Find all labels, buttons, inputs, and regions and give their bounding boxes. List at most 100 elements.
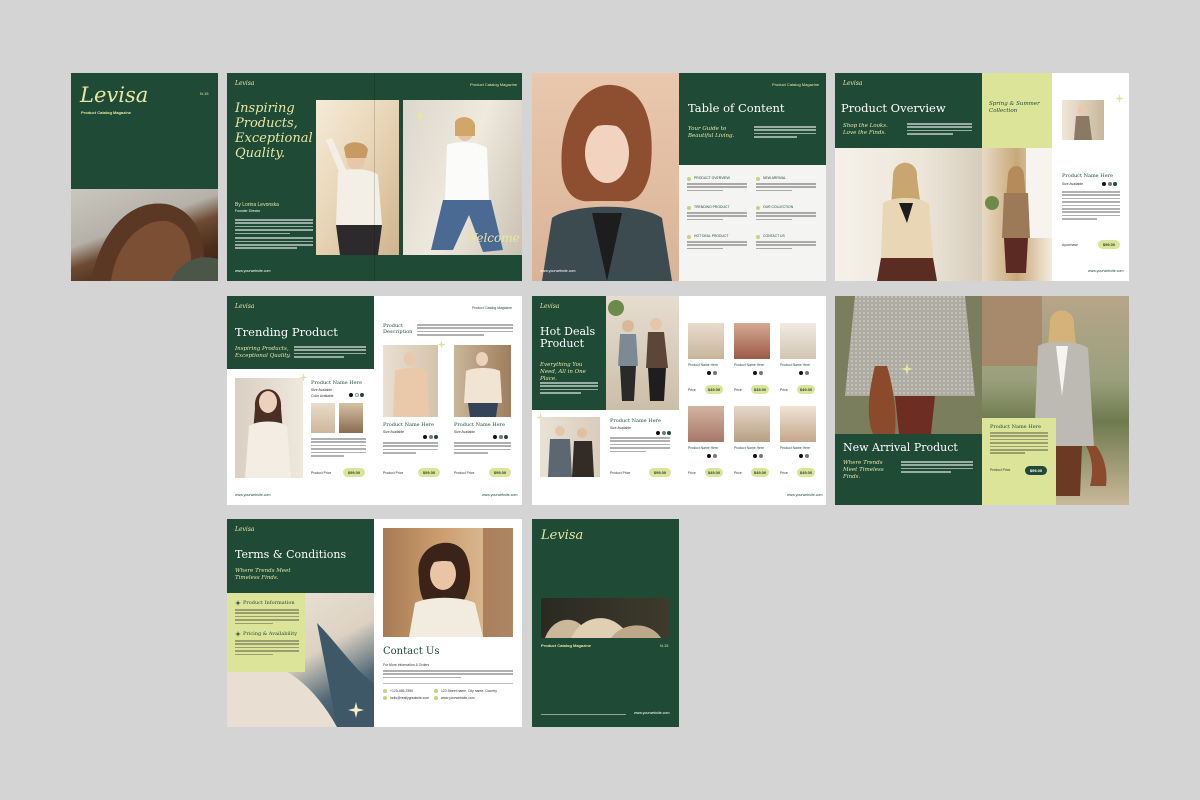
trending-product-3-swatches[interactable]: [493, 435, 508, 439]
overview-header-brand: Levisa: [843, 80, 863, 87]
backcover-divider: [541, 714, 626, 715]
grid-item-2-photo[interactable]: [734, 323, 770, 359]
toc-item-4[interactable]: OUR COLLECTION: [763, 205, 793, 209]
toc-item-5[interactable]: HOT DEAL PRODUCT: [694, 234, 728, 238]
grid-item-2-swatches[interactable]: [753, 371, 763, 375]
overview-photo-middle: [982, 148, 1052, 281]
grid-item-5-photo[interactable]: [734, 406, 770, 442]
overview-intro-text: [907, 123, 972, 137]
trending-photo-2: [383, 345, 438, 417]
overview-product-name: Product Name Here: [1062, 173, 1113, 179]
grid-item-1-swatches[interactable]: [707, 371, 717, 375]
trending-intro-text: [294, 346, 366, 360]
newarrival-tagline: Where Trends Meet Timeless Finds.: [843, 460, 884, 480]
cover-edition: N.15: [200, 91, 209, 96]
overview-price-label: Ayurchase: [1062, 243, 1078, 247]
hotdeals-feature-size: Size Available: [610, 426, 632, 430]
hotdeals-feature-price-label: Product Price: [610, 471, 631, 475]
grid-item-6-price-label: Price: [780, 471, 788, 475]
terms-section-2-text: [235, 640, 299, 657]
grid-item-1-price-label: Price: [688, 388, 696, 392]
trending-product-2-name: Product Name Here: [383, 422, 434, 428]
grid-item-3-swatches[interactable]: [799, 371, 809, 375]
trending-product-3-size: Size Available: [454, 430, 476, 434]
toc-item-3[interactable]: TRENDING PRODUCT: [694, 205, 729, 209]
trending-spread[interactable]: Levisa Trending Product Inspiring Produc…: [227, 296, 522, 505]
trending-main-desc: [311, 438, 366, 458]
overview-spread[interactable]: Levisa Product Overview Shop the Looks. …: [835, 73, 1129, 281]
grid-item-6-swatches[interactable]: [799, 454, 809, 458]
grid-item-4-swatches[interactable]: [707, 454, 717, 458]
spread-fold: [374, 73, 375, 281]
toc-spread[interactable]: Product Catalog Magazine Table of Conten…: [532, 73, 826, 281]
contact-title: Contact Us: [383, 646, 440, 657]
contact-phone[interactable]: +123-456-7890: [390, 689, 413, 693]
welcome-byline: By Lorina Levonska: [235, 202, 279, 208]
welcome-byline-role: Founder Director: [235, 209, 261, 213]
overview-collection-block: Spring & Summer Collection: [982, 73, 1052, 148]
grid-item-6-price[interactable]: $49.00: [797, 468, 815, 477]
trending-main-swatches[interactable]: [349, 393, 364, 397]
toc-header-label: Product Catalog Magazine: [772, 82, 820, 87]
contact-email[interactable]: hello@reallygreatsite.com: [390, 696, 429, 700]
grid-item-3-price-label: Price: [780, 388, 788, 392]
grid-item-3-photo[interactable]: [780, 323, 816, 359]
grid-item-6-photo[interactable]: [780, 406, 816, 442]
hotdeals-spread[interactable]: Levisa Hot Deals Product Everything You …: [532, 296, 826, 505]
trending-product-3-price-label: Product Price: [454, 471, 475, 475]
hotdeals-tagline: Everything You Need, All in One Place.: [540, 362, 586, 382]
sparkle-icon: [414, 110, 426, 122]
trending-product-2-price-label: Product Price: [383, 471, 404, 475]
contact-divider: [383, 683, 513, 684]
welcome-spread[interactable]: Levisa Product Catalog Magazine Inspirin…: [227, 73, 522, 281]
trending-main-price-button[interactable]: $99.00: [343, 468, 365, 477]
cover-hair-photo: [71, 189, 218, 281]
toc-item-6[interactable]: CONTACT US: [763, 234, 785, 238]
grid-item-5-price-label: Price: [734, 471, 742, 475]
overview-color-swatches[interactable]: [1102, 182, 1117, 186]
cover-title: Levisa: [80, 83, 149, 107]
backcover-edition: N.15: [660, 643, 669, 648]
newarrival-price-button[interactable]: $99.00: [1025, 466, 1047, 475]
grid-item-4-photo[interactable]: [688, 406, 724, 442]
contact-intro-text: [383, 670, 513, 680]
toc-item-1[interactable]: PRODUCT OVERVIEW: [694, 176, 730, 180]
overview-price-button[interactable]: $99.00: [1098, 240, 1120, 249]
contact-site[interactable]: www.yourwebsite.com: [441, 696, 475, 700]
back-cover-page[interactable]: Levisa Product Catalog Magazine N.15 www…: [532, 519, 679, 727]
welcome-header-brand: Levisa: [235, 80, 255, 87]
toc-item-2[interactable]: NEW ARRIVAL: [763, 176, 786, 180]
trending-tagline: Inspiring Products, Exceptional Quality.: [235, 346, 291, 359]
grid-item-5-name: Product Name Here: [734, 446, 764, 450]
hotdeals-feature-swatches[interactable]: [656, 431, 671, 435]
trending-main-colors: Color Available: [311, 394, 334, 398]
grid-item-5-price[interactable]: $49.00: [751, 468, 769, 477]
grid-item-2-price-label: Price: [734, 388, 742, 392]
grid-item-2-price[interactable]: $49.00: [751, 385, 769, 394]
grid-item-4-price[interactable]: $49.00: [705, 468, 723, 477]
overview-product-desc: [1062, 191, 1120, 222]
toc-header-block: Product Catalog Magazine Table of Conten…: [679, 73, 826, 165]
grid-item-1-price[interactable]: $49.00: [705, 385, 723, 394]
grid-item-5-swatches[interactable]: [753, 454, 763, 458]
trending-product-3-price-button[interactable]: $99.00: [489, 468, 511, 477]
overview-header-block: Levisa Product Overview Shop the Looks. …: [835, 73, 982, 148]
hotdeals-feature-name: Product Name Here: [610, 418, 661, 424]
grid-item-3-name: Product Name Here: [780, 363, 810, 367]
grid-item-3-price[interactable]: $49.00: [797, 385, 815, 394]
toc-title: Table of Content: [688, 101, 785, 115]
grid-item-4-name: Product Name Here: [688, 446, 718, 450]
hotdeals-feature-price-button[interactable]: $99.00: [649, 468, 671, 477]
welcome-word: Welcome: [465, 231, 520, 245]
cover-subtitle: Product Catalog Magazine: [81, 110, 132, 115]
newarrival-price-label: Product Price: [990, 468, 1011, 472]
trending-product-2-swatches[interactable]: [423, 435, 438, 439]
trending-header-block: Levisa Trending Product Inspiring Produc…: [227, 296, 374, 369]
newarrival-spread[interactable]: New Arrival Product Where Trends Meet Ti…: [835, 296, 1129, 505]
contact-subtitle: For More Information & Orders: [383, 663, 430, 667]
welcome-website: www.yourwebsite.com: [235, 269, 271, 273]
terms-contact-spread[interactable]: Levisa Terms & Conditions Where Trends M…: [227, 519, 522, 727]
grid-item-1-photo[interactable]: [688, 323, 724, 359]
cover-page[interactable]: Levisa Product Catalog Magazine N.15 www…: [71, 73, 218, 281]
trending-product-2-price-button[interactable]: $99.00: [418, 468, 440, 477]
